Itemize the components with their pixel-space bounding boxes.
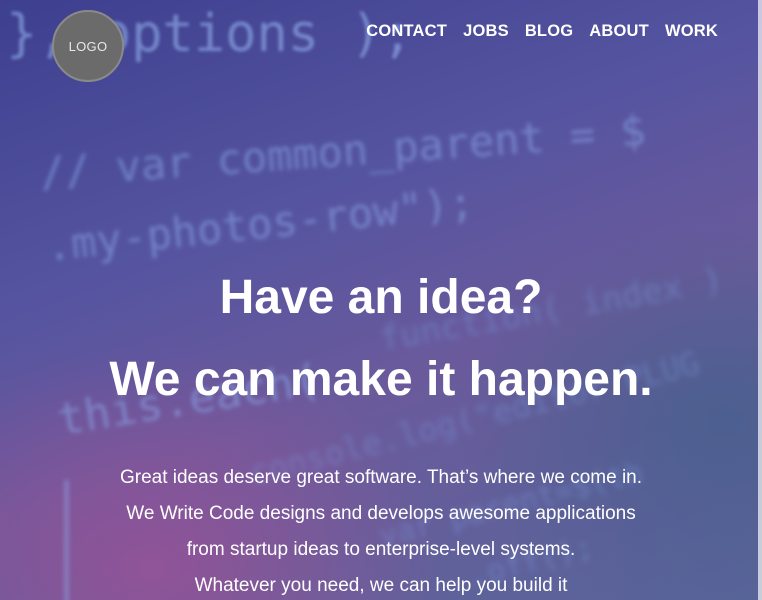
hero-headline-line2: We can make it happen.	[109, 353, 653, 406]
code-line: // var common_parent = $	[38, 105, 648, 197]
tagline-line: from startup ideas to enterprise-level s…	[186, 539, 576, 560]
tagline-line: Whatever you need, we can help you build…	[194, 575, 568, 596]
logo[interactable]: LOGO	[52, 10, 124, 82]
nav-link-about[interactable]: ABOUT	[589, 22, 649, 41]
hero-headline-line1: Have an idea?	[219, 271, 543, 324]
logo-label: LOGO	[68, 38, 108, 54]
hero-tagline: Great ideas deserve great software. That…	[0, 460, 762, 600]
tagline-line: We Write Code designs and develops aweso…	[126, 503, 636, 524]
nav-link-contact[interactable]: CONTACT	[366, 22, 447, 41]
hero-section: }, options ); // var common_parent = $ .…	[0, 0, 762, 600]
main-nav: CONTACT JOBS BLOG ABOUT WORK	[366, 22, 718, 41]
nav-link-blog[interactable]: BLOG	[525, 22, 573, 41]
nav-link-jobs[interactable]: JOBS	[463, 22, 509, 41]
tagline-line: Great ideas deserve great software. That…	[119, 467, 643, 488]
nav-link-work[interactable]: WORK	[665, 22, 718, 41]
